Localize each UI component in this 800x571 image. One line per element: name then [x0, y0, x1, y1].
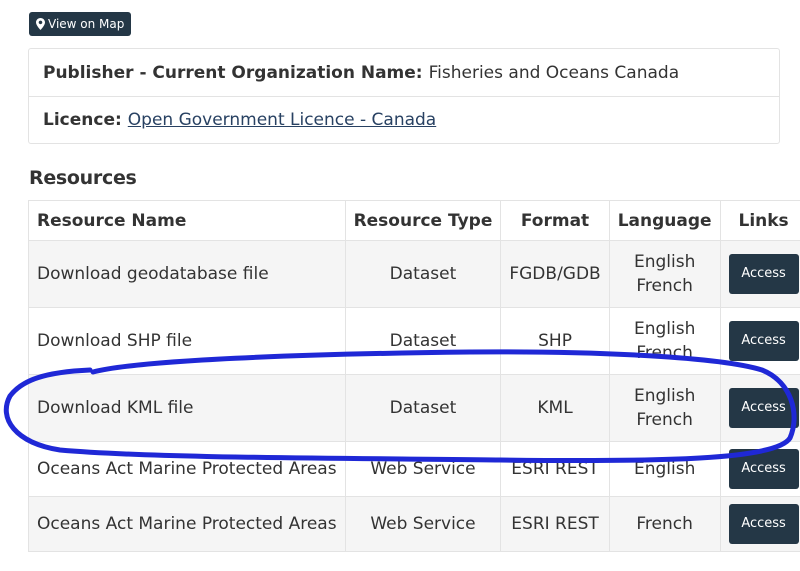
resource-name: Oceans Act Marine Protected Areas [28, 496, 346, 552]
view-on-map-label: View on Map [48, 17, 125, 31]
resources-table: Resource Name Resource Type Format Langu… [28, 200, 800, 552]
resource-type: Web Service [344, 441, 502, 497]
access-button[interactable]: Access [728, 254, 799, 294]
access-button[interactable]: Access [728, 449, 799, 489]
resource-format: KML [500, 374, 610, 442]
language-french: French [636, 276, 693, 296]
header-format: Format [500, 200, 610, 241]
resource-format: ESRI REST [500, 441, 610, 497]
language-english: English [633, 386, 696, 406]
header-resource-name: Resource Name [28, 200, 346, 241]
resource-language: English French [608, 374, 721, 442]
header-links: Links [719, 200, 800, 241]
resource-name: Oceans Act Marine Protected Areas [28, 441, 346, 497]
resource-format: FGDB/GDB [500, 240, 610, 308]
table-row: Download geodatabase file Dataset FGDB/G… [28, 240, 800, 308]
resource-links: Access [719, 307, 800, 375]
licence-label: Licence: [43, 110, 122, 130]
language-english: English [633, 252, 696, 272]
access-button[interactable]: Access [728, 321, 799, 361]
resource-links: Access [719, 441, 800, 497]
resource-type: Dataset [344, 307, 502, 375]
language-french: French [636, 410, 693, 430]
resource-language: English [608, 441, 721, 497]
access-button[interactable]: Access [728, 504, 799, 544]
licence-row: Licence: Open Government Licence - Canad… [29, 96, 779, 143]
header-resource-type: Resource Type [344, 200, 502, 241]
map-marker-icon [36, 18, 45, 30]
resource-language: English French [608, 307, 721, 375]
access-button[interactable]: Access [728, 388, 799, 428]
resource-format: SHP [500, 307, 610, 375]
resource-links: Access [719, 496, 800, 552]
resource-type: Web Service [344, 496, 502, 552]
language-french: French [636, 343, 693, 363]
language-french: French [636, 514, 693, 534]
resource-type: Dataset [344, 240, 502, 308]
table-row: Oceans Act Marine Protected Areas Web Se… [28, 496, 800, 552]
table-header-row: Resource Name Resource Type Format Langu… [28, 200, 800, 241]
metadata-box: Publisher - Current Organization Name: F… [28, 48, 780, 144]
resource-links: Access [719, 374, 800, 442]
publisher-value: Fisheries and Oceans Canada [428, 62, 680, 83]
resource-type: Dataset [344, 374, 502, 442]
resource-language: English French [608, 240, 721, 308]
language-english: English [633, 319, 696, 339]
resource-name: Download geodatabase file [28, 240, 346, 308]
resource-language: French [608, 496, 721, 552]
table-row: Oceans Act Marine Protected Areas Web Se… [28, 441, 800, 497]
resources-heading: Resources [29, 167, 137, 189]
language-english: English [633, 459, 696, 479]
publisher-row: Publisher - Current Organization Name: F… [29, 49, 779, 96]
dataset-page: View on Map Publisher - Current Organiza… [0, 0, 800, 571]
publisher-label: Publisher - Current Organization Name: [43, 62, 423, 83]
resource-name: Download KML file [28, 374, 346, 442]
resource-name: Download SHP file [28, 307, 346, 375]
licence-link[interactable]: Open Government Licence - Canada [128, 110, 436, 130]
view-on-map-button[interactable]: View on Map [29, 12, 132, 36]
header-language: Language [608, 200, 721, 241]
resource-links: Access [719, 240, 800, 308]
table-row: Download KML file Dataset KML English Fr… [28, 374, 800, 442]
table-row: Download SHP file Dataset SHP English Fr… [28, 307, 800, 375]
resource-format: ESRI REST [500, 496, 610, 552]
